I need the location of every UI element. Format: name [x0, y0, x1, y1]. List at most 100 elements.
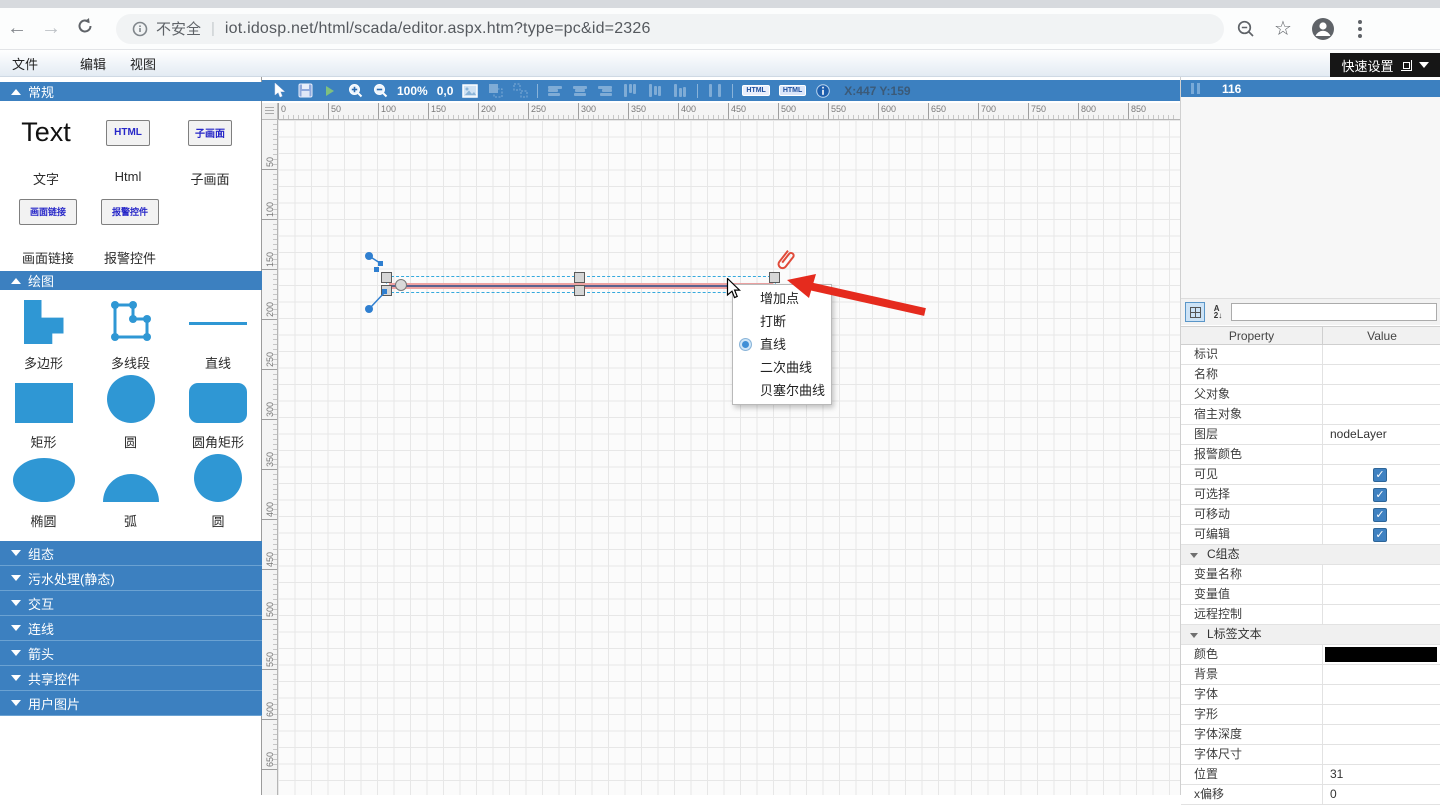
alphabetical-sort-icon[interactable]: A2↓ — [1208, 302, 1228, 322]
shape-tool[interactable]: 椭圆 — [0, 453, 87, 532]
info-icon[interactable] — [815, 83, 831, 99]
align-center-icon[interactable] — [572, 83, 588, 99]
shape-tool[interactable]: 圆 — [174, 453, 262, 532]
section-header-collapsed[interactable]: 污水处理(静态) — [0, 566, 262, 591]
zoom-in-icon[interactable] — [347, 83, 363, 99]
property-row[interactable]: 变量值 ✓ — [1181, 585, 1440, 605]
property-value[interactable]: ✓ — [1323, 565, 1440, 584]
property-row[interactable]: 字体尺寸 ✓ — [1181, 745, 1440, 765]
property-value[interactable]: ✓ — [1323, 585, 1440, 604]
distribute-h-icon[interactable] — [707, 83, 723, 99]
checkbox-checked-icon[interactable]: ✓ — [1373, 508, 1387, 522]
property-value[interactable]: ✓ — [1323, 625, 1440, 644]
quick-settings-button[interactable]: 快速设置 — [1330, 53, 1440, 77]
zoom-out-page-icon[interactable] — [1236, 19, 1256, 39]
section-header-collapsed[interactable]: 交互 — [0, 591, 262, 616]
ungroup-icon[interactable] — [512, 83, 528, 99]
shape-tool[interactable]: 弧 — [87, 453, 174, 532]
property-row[interactable]: 可移动 ✓ — [1181, 505, 1440, 525]
section-header-collapsed[interactable]: 组态 — [0, 541, 262, 566]
property-row[interactable]: x偏移 0 ✓ — [1181, 785, 1440, 805]
background-image-icon[interactable] — [462, 83, 478, 99]
resize-handle-middle-bottom[interactable] — [574, 285, 585, 296]
property-row[interactable]: 位置 31 ✓ — [1181, 765, 1440, 785]
property-value[interactable]: ✓ — [1323, 405, 1440, 424]
property-value[interactable]: ✓ — [1323, 705, 1440, 724]
property-value[interactable]: ✓ — [1323, 525, 1440, 544]
cursor-tool-icon[interactable] — [272, 83, 288, 99]
resize-handle-right[interactable] — [769, 272, 780, 283]
property-row[interactable]: 字体 ✓ — [1181, 685, 1440, 705]
property-row[interactable]: 字体深度 ✓ — [1181, 725, 1440, 745]
rotation-handle[interactable] — [395, 279, 407, 291]
canvas-grid[interactable]: 增加点 打断 直线 二次曲线 — [278, 120, 1180, 795]
property-row[interactable]: 字形 ✓ — [1181, 705, 1440, 725]
property-row[interactable]: C组态 ✓ — [1181, 545, 1440, 565]
property-row[interactable]: 宿主对象 ✓ — [1181, 405, 1440, 425]
property-value[interactable]: ✓ — [1323, 545, 1440, 564]
property-value[interactable]: ✓ — [1323, 605, 1440, 624]
palette-item-alarm-control[interactable]: 报警控件 报警控件 — [88, 189, 172, 267]
html-source-icon[interactable]: HTML — [742, 85, 769, 96]
context-menu-item[interactable]: 二次曲线 — [733, 356, 831, 379]
shape-tool[interactable]: 多边形 — [0, 295, 87, 374]
checkbox-checked-icon[interactable]: ✓ — [1373, 528, 1387, 542]
property-value[interactable]: ✓ — [1323, 505, 1440, 524]
forward-icon[interactable]: → — [34, 17, 68, 40]
property-row[interactable]: 父对象 ✓ — [1181, 385, 1440, 405]
info-icon[interactable] — [132, 21, 148, 37]
property-value[interactable]: ✓ — [1323, 385, 1440, 404]
group-icon[interactable] — [487, 83, 503, 99]
shape-tool[interactable]: 圆 — [87, 374, 174, 453]
section-header-collapsed[interactable]: 用户图片 — [0, 691, 262, 716]
checkbox-checked-icon[interactable]: ✓ — [1373, 488, 1387, 502]
menu-item[interactable]: 文件 — [0, 50, 50, 76]
property-value[interactable]: ✓ — [1323, 445, 1440, 464]
menu-item[interactable]: 编辑 — [68, 50, 118, 76]
align-right-icon[interactable] — [597, 83, 613, 99]
align-top-icon[interactable] — [622, 83, 638, 99]
run-icon[interactable] — [322, 83, 338, 99]
reload-icon[interactable] — [68, 17, 102, 41]
shape-tool[interactable]: 多线段 — [87, 295, 174, 374]
palette-item-subscreen[interactable]: 子画面 子画面 — [168, 110, 252, 188]
palette-item-html[interactable]: HTML Html — [88, 110, 168, 184]
property-row[interactable]: 可选择 ✓ — [1181, 485, 1440, 505]
shape-tool[interactable]: 圆角矩形 — [174, 374, 262, 453]
palette-item-screen-link[interactable]: 画面链接 画面链接 — [8, 189, 88, 267]
property-value[interactable]: ✓ — [1323, 485, 1440, 504]
url-bar[interactable]: 不安全 | iot.idosp.net/html/scada/editor.as… — [116, 14, 1224, 44]
property-row[interactable]: 远程控制 ✓ — [1181, 605, 1440, 625]
color-swatch[interactable] — [1325, 647, 1437, 662]
menu-item[interactable]: 视图 — [118, 50, 168, 76]
context-menu-item[interactable]: 贝塞尔曲线 — [733, 379, 831, 402]
property-row[interactable]: 图层 nodeLayer ✓ — [1181, 425, 1440, 445]
property-value[interactable]: nodeLayer ✓ — [1323, 425, 1440, 444]
property-row[interactable]: 可编辑 ✓ — [1181, 525, 1440, 545]
property-row[interactable]: 变量名称 ✓ — [1181, 565, 1440, 585]
html-preview-icon[interactable]: HTML — [779, 85, 806, 96]
section-header-collapsed[interactable]: 共享控件 — [0, 666, 262, 691]
property-value[interactable]: ✓ — [1323, 665, 1440, 684]
bookmark-star-icon[interactable]: ☆ — [1274, 16, 1292, 41]
property-filter-input[interactable] — [1231, 303, 1437, 321]
property-value[interactable]: ✓ — [1323, 465, 1440, 484]
shape-tool[interactable]: 直线 — [174, 295, 262, 374]
zoom-out-icon[interactable] — [372, 83, 388, 99]
object-tree-area[interactable] — [1181, 97, 1440, 299]
property-value[interactable]: ✓ — [1323, 685, 1440, 704]
property-value[interactable]: ✓ — [1323, 745, 1440, 764]
url-text[interactable]: iot.idosp.net/html/scada/editor.aspx.htm… — [225, 20, 651, 38]
checkbox-checked-icon[interactable]: ✓ — [1373, 468, 1387, 482]
back-icon[interactable]: ← — [0, 17, 34, 40]
resize-handle-middle-top[interactable] — [574, 272, 585, 283]
property-row[interactable]: 可见 ✓ — [1181, 465, 1440, 485]
property-value[interactable]: ✓ — [1323, 365, 1440, 384]
context-menu-item[interactable]: 直线 — [733, 333, 831, 356]
align-bottom-icon[interactable] — [672, 83, 688, 99]
property-value[interactable]: 31 ✓ — [1323, 765, 1440, 784]
property-value[interactable]: ✓ — [1323, 725, 1440, 744]
save-icon[interactable] — [297, 83, 313, 99]
property-row[interactable]: 名称 ✓ — [1181, 365, 1440, 385]
avatar-icon[interactable] — [1310, 16, 1336, 42]
